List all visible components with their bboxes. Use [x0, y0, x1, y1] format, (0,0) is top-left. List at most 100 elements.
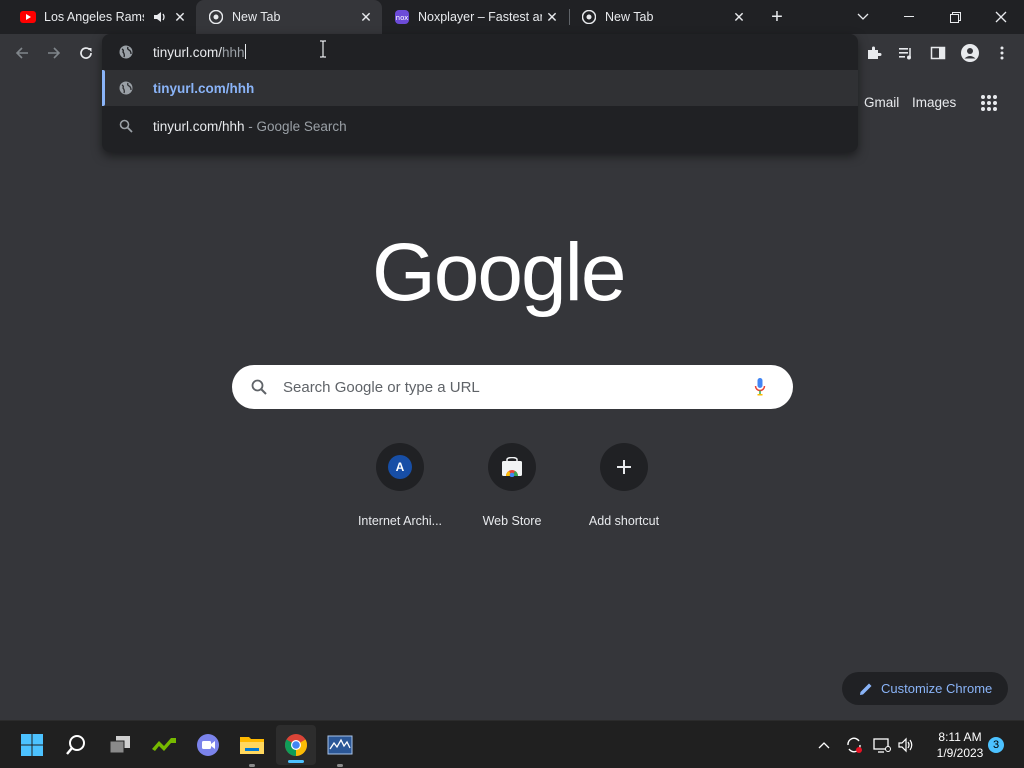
address-input[interactable]: tinyurl.com/hhh	[153, 44, 246, 60]
omnibox-dropdown: tinyurl.com/hhh tinyurl.com/hhh tinyurl.…	[102, 34, 858, 152]
typed-text: tinyurl.com/	[153, 45, 223, 60]
web-store-icon	[502, 457, 522, 477]
puzzle-icon	[868, 46, 882, 59]
taskbar-app-chrome[interactable]	[276, 725, 316, 765]
tab-strip: Los Angeles Rams ✕ New Tab ✕ nox Noxplay…	[0, 0, 1024, 34]
close-tab-icon[interactable]: ✕	[358, 9, 374, 25]
taskbar-app-nvidia[interactable]	[148, 729, 180, 761]
customize-chrome-button[interactable]: Customize Chrome	[842, 672, 1008, 705]
close-tab-icon[interactable]: ✕	[544, 9, 560, 25]
active-indicator	[288, 760, 304, 763]
menu-button[interactable]	[990, 41, 1014, 65]
windows-logo-icon	[21, 734, 43, 756]
tab-search-button[interactable]	[840, 0, 886, 34]
side-panel-button[interactable]	[926, 41, 950, 65]
search-input[interactable]	[283, 376, 743, 398]
globe-icon	[119, 81, 133, 95]
taskbar-app-monitor[interactable]	[324, 729, 356, 767]
media-controls-button[interactable]	[894, 41, 918, 65]
suggestion-text: tinyurl.com/hhh	[153, 81, 255, 96]
shortcut-label: Internet Archi...	[357, 514, 443, 528]
nvidia-icon	[152, 738, 176, 751]
back-button[interactable]	[10, 41, 34, 65]
noxplayer-icon: nox	[394, 9, 410, 25]
microphone-icon	[754, 378, 766, 396]
media-queue-icon	[899, 48, 911, 60]
task-view-button[interactable]	[104, 729, 136, 761]
chrome-icon	[285, 734, 307, 756]
profile-button[interactable]	[958, 41, 982, 65]
running-indicator	[249, 764, 255, 767]
task-view-icon	[109, 736, 130, 754]
shortcut-label: Add shortcut	[588, 514, 660, 528]
close-window-button[interactable]	[978, 0, 1024, 34]
sync-icon	[847, 737, 862, 753]
windows-taskbar: 8:11 AM 1/9/2023	[0, 720, 1024, 768]
clock-date: 1/9/2023	[936, 746, 984, 760]
network-icon	[873, 738, 891, 753]
shortcut-label: Web Store	[482, 514, 542, 528]
apps-grid-icon	[981, 95, 997, 111]
speaker-icon	[898, 737, 913, 753]
suggestion-search[interactable]: tinyurl.com/hhh - Google Search	[102, 108, 858, 144]
tab-noxplayer[interactable]: nox Noxplayer – Fastest an ✕	[382, 0, 568, 34]
add-shortcut-button[interactable]: Add shortcut	[574, 443, 674, 528]
selection-indicator	[102, 70, 105, 106]
taskbar-app-teams-chat[interactable]	[192, 729, 224, 761]
google-apps-button[interactable]	[980, 94, 1000, 114]
restore-button[interactable]	[932, 0, 978, 34]
minimize-button[interactable]	[886, 0, 932, 34]
forward-button[interactable]	[42, 41, 66, 65]
search-icon	[251, 379, 267, 395]
close-tab-icon[interactable]: ✕	[172, 9, 188, 25]
pencil-icon	[860, 683, 872, 695]
notification-badge[interactable]: 3	[988, 737, 1004, 753]
tab-new-tab-active[interactable]: New Tab ✕	[196, 0, 382, 34]
more-vertical-icon	[1000, 46, 1004, 60]
arrow-left-icon	[15, 47, 28, 59]
search-icon	[119, 119, 133, 133]
clock-time: 8:11 AM	[938, 730, 982, 744]
speaker-icon[interactable]	[152, 9, 168, 25]
running-indicator	[337, 764, 343, 767]
show-hidden-icons-button[interactable]	[814, 729, 834, 761]
gmail-link[interactable]: Gmail	[864, 95, 899, 110]
address-bar[interactable]: tinyurl.com/hhh	[102, 34, 858, 70]
taskbar-search-button[interactable]	[60, 729, 92, 761]
tab-youtube[interactable]: Los Angeles Rams ✕	[8, 0, 196, 34]
volume-tray-icon[interactable]	[894, 729, 918, 761]
chat-icon	[197, 734, 219, 756]
chevron-down-icon	[857, 13, 869, 20]
i-beam-cursor-icon	[320, 40, 326, 58]
tab-title: Noxplayer – Fastest an	[418, 10, 542, 24]
system-clock[interactable]: 8:11 AM 1/9/2023	[928, 729, 992, 761]
chrome-icon	[581, 9, 597, 25]
taskbar-app-file-explorer[interactable]	[236, 729, 268, 767]
network-tray-icon[interactable]	[870, 729, 894, 761]
side-panel-icon	[930, 46, 946, 60]
internet-archive-icon: A	[388, 455, 412, 479]
plus-icon	[617, 460, 631, 474]
sync-tray-icon[interactable]	[842, 729, 866, 761]
extensions-button[interactable]	[862, 41, 886, 65]
avatar-icon	[961, 44, 979, 62]
shortcut-web-store[interactable]: Web Store	[462, 443, 562, 528]
shortcut-internet-archive[interactable]: A Internet Archi...	[350, 443, 450, 528]
close-tab-icon[interactable]: ✕	[731, 9, 747, 25]
chevron-up-icon	[818, 742, 830, 749]
autocomplete-text: hhh	[222, 45, 245, 60]
search-box[interactable]	[232, 365, 793, 409]
start-button[interactable]	[16, 729, 48, 761]
reload-button[interactable]	[74, 41, 98, 65]
text-caret	[244, 44, 246, 59]
search-icon	[66, 735, 85, 755]
suggestion-text: tinyurl.com/hhh - Google Search	[153, 119, 347, 134]
chrome-icon	[208, 9, 224, 25]
voice-search-button[interactable]	[754, 377, 770, 397]
suggestion-url[interactable]: tinyurl.com/hhh	[102, 70, 858, 106]
new-tab-button[interactable]: +	[765, 6, 789, 28]
customize-label: Customize Chrome	[881, 681, 993, 696]
images-link[interactable]: Images	[912, 95, 956, 110]
reload-icon	[80, 47, 92, 59]
tab-new-tab[interactable]: New Tab ✕	[569, 0, 755, 34]
